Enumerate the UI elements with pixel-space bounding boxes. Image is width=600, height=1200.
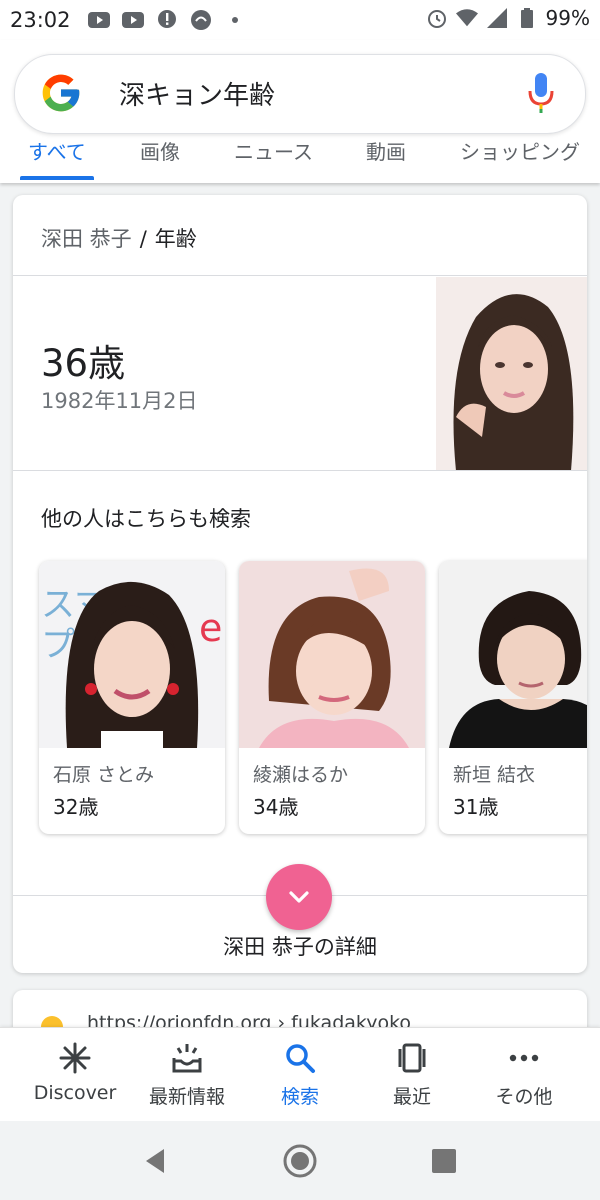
- expand-button[interactable]: [266, 864, 332, 930]
- status-time: 23:02: [10, 8, 71, 32]
- birth-date: 1982年11月2日: [41, 389, 198, 413]
- youtube-icon: [122, 9, 144, 31]
- nav-updates[interactable]: 最新情報: [127, 1028, 247, 1122]
- updates-tray-icon: [172, 1044, 202, 1073]
- status-bar: 23:02 99%: [0, 0, 600, 40]
- nav-search[interactable]: 検索: [240, 1028, 360, 1122]
- nav-label: Discover: [33, 1082, 117, 1104]
- microphone-icon[interactable]: [527, 73, 555, 113]
- breadcrumb-separator: /: [139, 227, 147, 251]
- overview-icon[interactable]: [426, 1143, 462, 1179]
- person-age: 32歳: [53, 795, 99, 819]
- nav-discover[interactable]: Discover: [15, 1028, 135, 1122]
- person-name: 綾瀬はるか: [253, 764, 349, 786]
- also-search-heading: 他の人はこちらも検索: [41, 507, 251, 531]
- dot-icon: [224, 9, 246, 31]
- more-dots-icon: [509, 1054, 539, 1062]
- chevron-down-icon: [289, 891, 309, 903]
- bottom-navigation: Discover 最新情報 検索 最近 その他: [0, 1027, 600, 1122]
- person-card[interactable]: スマ プ e 石原 さとみ 32歳: [39, 561, 225, 834]
- person-photo: スマ プ e: [39, 561, 225, 748]
- recent-cards-icon: [398, 1043, 426, 1073]
- search-header: 深キョン年齢 すべて 画像 ニュース 動画 ショッピング: [0, 40, 600, 183]
- tab-shopping[interactable]: ショッピング: [460, 136, 580, 165]
- search-icon: [286, 1044, 315, 1073]
- breadcrumb-attribute: 年齢: [154, 227, 197, 251]
- map-pin-alert-icon: [156, 9, 178, 31]
- back-icon[interactable]: [138, 1143, 174, 1179]
- knowledge-card: 深田 恭子 / 年齢 36歳 1982年11月2日 他の人はこちらも検索 スマ プ …: [13, 195, 587, 973]
- wifi-icon: [455, 7, 478, 29]
- tab-news[interactable]: ニュース: [234, 136, 313, 165]
- details-link[interactable]: 深田 恭子の詳細: [13, 931, 587, 961]
- person-photo: [239, 561, 425, 748]
- nav-label: その他: [495, 1086, 553, 1108]
- person-name: 新垣 結衣: [453, 764, 536, 786]
- battery-icon: [516, 7, 538, 29]
- app-notification-icon: [190, 9, 212, 31]
- nav-label: 検索: [280, 1086, 319, 1108]
- breadcrumb: 深田 恭子 / 年齢: [41, 223, 197, 253]
- battery-percent: 99%: [545, 6, 590, 30]
- related-people-carousel[interactable]: スマ プ e 石原 さとみ 32歳 綾瀬はるか 34歳 新垣 結衣 31歳: [39, 561, 587, 836]
- divider: [13, 470, 587, 471]
- person-age: 31歳: [453, 795, 499, 819]
- system-status: 99%: [426, 6, 590, 30]
- tab-videos[interactable]: 動画: [366, 136, 406, 165]
- breadcrumb-entity[interactable]: 深田 恭子: [41, 227, 132, 251]
- search-bar[interactable]: 深キョン年齢: [14, 54, 586, 134]
- search-tabs: すべて 画像 ニュース 動画 ショッピング: [0, 136, 600, 183]
- nav-label: 最新情報: [148, 1086, 225, 1108]
- person-age: 34歳: [253, 795, 299, 819]
- divider: [13, 275, 587, 276]
- tab-all[interactable]: すべて: [28, 136, 86, 165]
- svg-text:e: e: [199, 606, 222, 650]
- signal-icon: [486, 7, 508, 29]
- youtube-icon: [88, 9, 110, 31]
- asterisk-icon: [59, 1042, 91, 1074]
- home-icon[interactable]: [282, 1143, 318, 1179]
- nav-more[interactable]: その他: [464, 1028, 584, 1122]
- google-logo-icon: [42, 74, 80, 112]
- entity-photo[interactable]: [436, 277, 587, 471]
- nav-label: 最近: [392, 1086, 431, 1108]
- search-input[interactable]: 深キョン年齢: [119, 75, 275, 112]
- person-name: 石原 さとみ: [53, 764, 155, 786]
- person-photo: [439, 561, 587, 748]
- system-navigation-bar: [0, 1121, 600, 1200]
- active-tab-indicator: [20, 176, 94, 180]
- age-value: 36歳: [41, 342, 126, 385]
- tab-images[interactable]: 画像: [140, 136, 180, 165]
- person-card[interactable]: 新垣 結衣 31歳: [439, 561, 587, 834]
- notification-icons: [88, 9, 246, 31]
- nav-recent[interactable]: 最近: [352, 1028, 472, 1122]
- person-card[interactable]: 綾瀬はるか 34歳: [239, 561, 425, 834]
- alarm-icon: [426, 7, 448, 29]
